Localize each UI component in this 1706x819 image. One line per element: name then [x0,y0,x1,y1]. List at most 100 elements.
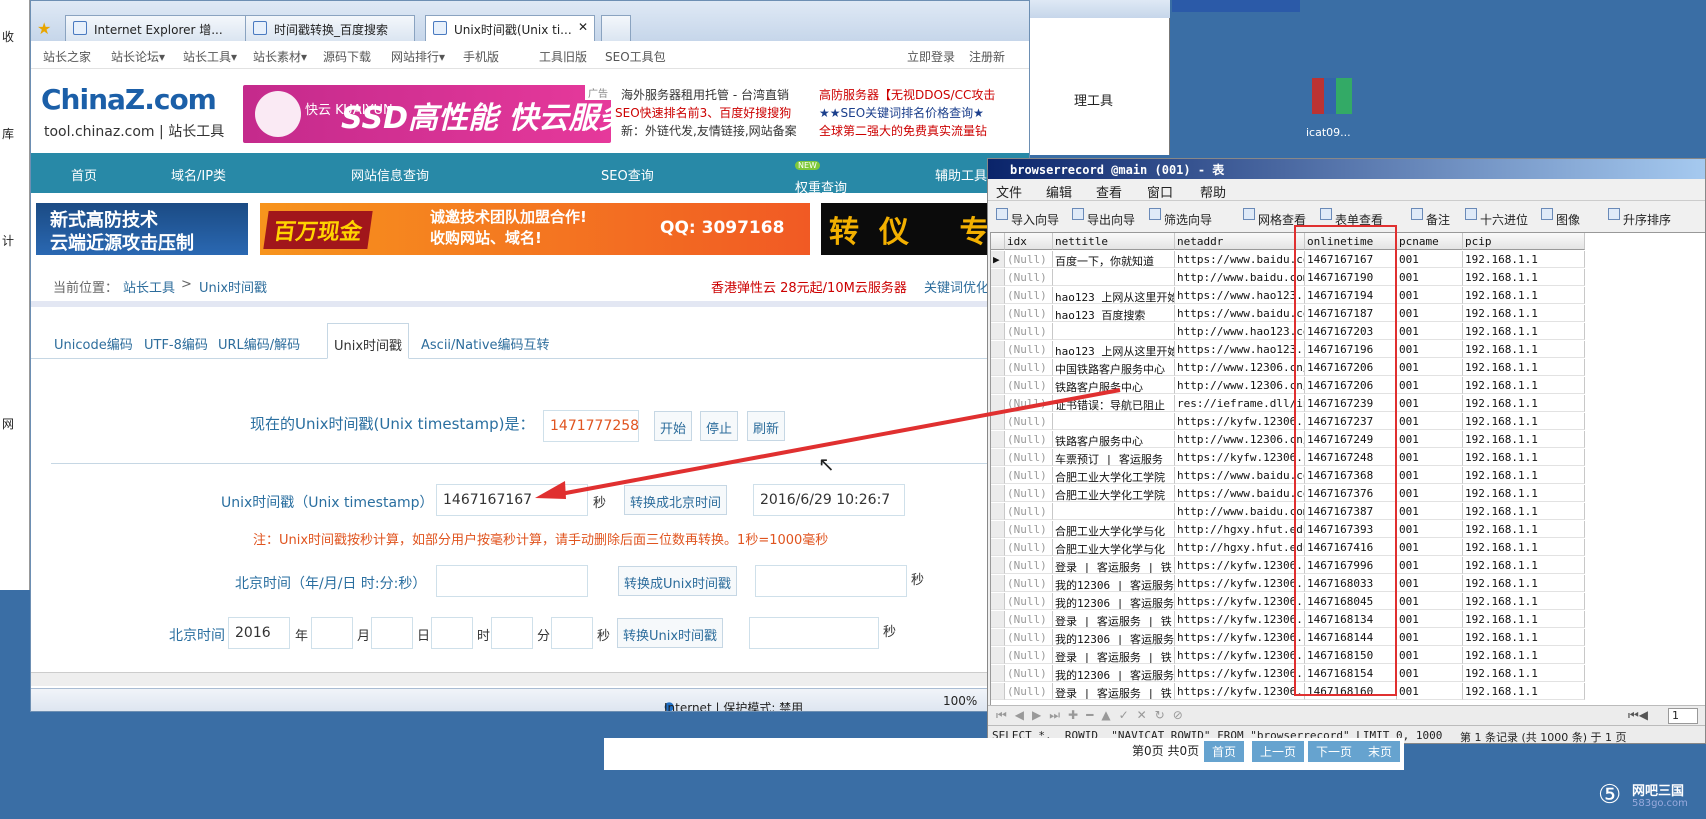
table-cell[interactable]: https://www.baidu.com [1175,251,1305,268]
chinaz-logo[interactable]: ChinaZ.com tool.chinaz.com | 站长工具 [41,79,231,141]
table-cell[interactable]: (Null) [1005,359,1053,376]
table-cell[interactable]: https://kyfw.12306.cn [1175,611,1305,628]
table-cell[interactable]: 001 [1397,629,1463,646]
column-header-pcname[interactable]: pcname [1397,233,1463,250]
row-indicator[interactable] [991,665,1005,682]
menu-help[interactable]: 帮助 [1200,182,1226,201]
minute-input[interactable] [491,617,533,649]
menu-file[interactable]: 文件 [996,182,1022,201]
table-cell[interactable]: (Null) [1005,665,1053,682]
row-indicator[interactable] [991,539,1005,556]
table-cell[interactable]: https://www.baidu.com [1175,305,1305,322]
table-cell[interactable]: 百度一下，你就知道 [1053,251,1175,268]
nav-home[interactable]: 首页 [71,165,97,184]
table-cell[interactable]: 192.168.1.1 [1463,647,1585,664]
nav-tools[interactable]: 辅助工具 [935,165,987,184]
table-cell[interactable]: (Null) [1005,251,1053,268]
hex-button[interactable]: 十六进位 [1465,207,1528,227]
table-cell[interactable]: 001 [1397,341,1463,358]
table-cell[interactable]: 001 [1397,413,1463,430]
ad-banner-kuaiyun[interactable]: 快云 KUAIYUN SSD高性能 快云服务器 广告 [243,85,659,143]
table-cell[interactable]: 192.168.1.1 [1463,287,1585,304]
table-cell[interactable]: 我的12306 | 客运服务 [1053,629,1175,646]
table-cell[interactable]: 001 [1397,521,1463,538]
table-cell[interactable]: (Null) [1005,521,1053,538]
page-nav-icons[interactable]: ⏮◀ [1628,708,1648,723]
table-cell[interactable]: 192.168.1.1 [1463,377,1585,394]
filter-wizard-button[interactable]: 筛选向导 [1149,207,1212,227]
table-cell[interactable]: 192.168.1.1 [1463,467,1585,484]
table-cell[interactable]: 001 [1397,557,1463,574]
page-input[interactable]: 1 [1668,708,1698,724]
table-cell[interactable]: (Null) [1005,503,1053,520]
table-cell[interactable]: 192.168.1.1 [1463,341,1585,358]
nav-seo[interactable]: SEO查询 [601,165,654,184]
import-wizard-button[interactable]: 导入向导 [996,207,1059,227]
tab-ascii-native[interactable]: Ascii/Native编码互转 [415,323,556,359]
row-indicator[interactable] [991,503,1005,520]
register-link[interactable]: 注册新 [969,48,1005,65]
table-cell[interactable]: https://kyfw.12306.cn [1175,629,1305,646]
topnav-link[interactable]: 站长工具▾ [183,48,237,65]
table-cell[interactable]: 中国铁路客户服务中心 [1053,359,1175,376]
row-indicator[interactable] [991,611,1005,628]
row-indicator[interactable] [991,269,1005,286]
sort-asc-button[interactable]: 升序排序 [1608,207,1671,227]
table-cell[interactable]: 登录 | 客运服务 | 铁 [1053,557,1175,574]
ad-banner-ddos[interactable]: 新式高防技术 云端近源攻击压制 [36,203,248,255]
table-cell[interactable]: 192.168.1.1 [1463,485,1585,502]
table-cell[interactable]: 192.168.1.1 [1463,539,1585,556]
nav-site-info[interactable]: 网站信息查询 [351,165,429,184]
first-page-button[interactable]: 首页 [1204,741,1245,762]
table-cell[interactable]: 192.168.1.1 [1463,431,1585,448]
beijing-input[interactable] [436,565,588,597]
ad-link[interactable]: 高防服务器【无视DDOS/CC攻击 [819,87,995,104]
table-cell[interactable]: 登录 | 客运服务 | 铁 [1053,611,1175,628]
table-cell[interactable]: res://ieframe.dll/inv [1175,395,1305,412]
column-header-idx[interactable]: idx [1005,233,1053,250]
table-cell[interactable]: http://hgxy.hfut.edu [1175,539,1305,556]
table-cell[interactable]: hao123_百度搜索 [1053,305,1175,322]
table-cell[interactable]: (Null) [1005,323,1053,340]
table-cell[interactable]: (Null) [1005,557,1053,574]
topnav-link[interactable]: SEO工具包 [605,48,666,65]
table-cell[interactable]: 192.168.1.1 [1463,611,1585,628]
tab-unix-timestamp[interactable]: Unix时间戳 [327,323,410,359]
nav-domain-ip[interactable]: 域名/IP类 [171,165,226,184]
nav-weight[interactable]: 权重查询 NEW [795,161,847,196]
topnav-link[interactable]: 源码下载 [323,48,371,65]
table-cell[interactable]: http://www.baidu.com/ [1175,269,1305,286]
close-tab-icon[interactable]: ✕ [578,20,588,34]
table-cell[interactable]: (Null) [1005,341,1053,358]
table-cell[interactable]: 合肥工业大学化学与化 [1053,539,1175,556]
row-indicator[interactable]: ▶ [991,251,1005,268]
promo-link[interactable]: 香港弹性云 28元起/10M云服务器 [711,277,907,296]
table-cell[interactable]: 001 [1397,269,1463,286]
login-link[interactable]: 立即登录 [907,48,955,65]
table-cell[interactable]: https://kyfw.12306.cn [1175,575,1305,592]
tab-url[interactable]: URL编码/解码 [212,323,306,359]
table-cell[interactable]: 001 [1397,359,1463,376]
table-cell[interactable]: 192.168.1.1 [1463,251,1585,268]
table-cell[interactable]: http://www.12306.cn/m [1175,377,1305,394]
menu-view[interactable]: 查看 [1096,182,1122,201]
horizontal-scrollbar[interactable] [31,672,1029,686]
table-cell[interactable] [1053,269,1175,286]
table-cell[interactable]: (Null) [1005,269,1053,286]
ad-link[interactable]: SEO快速排名前3、百度好搜搜狗 [615,105,791,122]
table-cell[interactable]: 192.168.1.1 [1463,575,1585,592]
table-cell[interactable]: hao123_上网从这里开始 [1053,341,1175,358]
table-cell[interactable]: 001 [1397,665,1463,682]
menu-window[interactable]: 窗口 [1147,182,1173,201]
grid-view-button[interactable]: 网格查看 [1243,207,1306,227]
row-indicator[interactable] [991,575,1005,592]
row-indicator[interactable] [991,647,1005,664]
topnav-link[interactable]: 站长素材▾ [253,48,307,65]
table-cell[interactable]: 192.168.1.1 [1463,449,1585,466]
breadcrumb-link[interactable]: 站长工具 [123,277,175,296]
row-indicator[interactable] [991,683,1005,700]
table-cell[interactable] [1053,323,1175,340]
ad-link[interactable]: ★★SEO关键词排名价格查询★ [819,105,984,122]
table-cell[interactable]: 001 [1397,575,1463,592]
row-indicator[interactable] [991,629,1005,646]
